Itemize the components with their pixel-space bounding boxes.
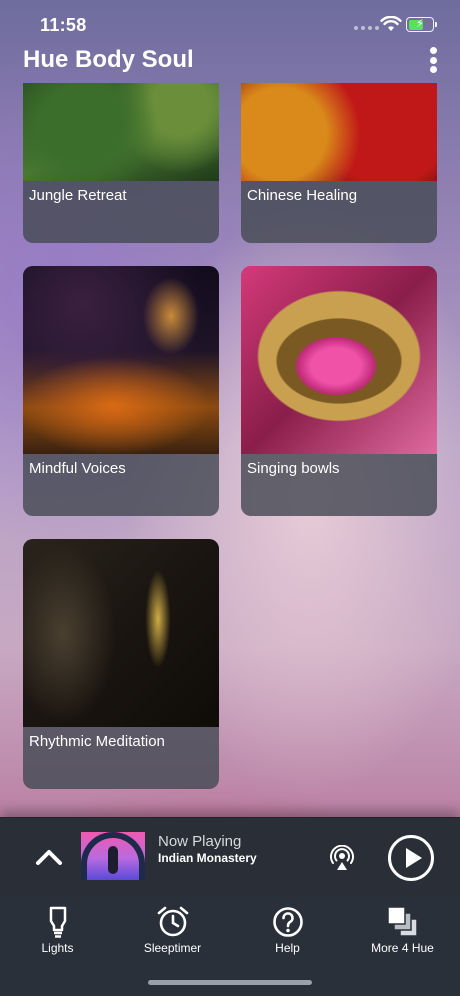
buddha-incense-image	[23, 539, 219, 727]
tab-label: More 4 Hue	[371, 941, 434, 955]
tab-more-4-hue[interactable]: More 4 Hue	[345, 895, 460, 965]
category-label: Singing bowls	[247, 460, 340, 477]
category-card-mindful-voices[interactable]: Mindful Voices	[23, 266, 219, 516]
jungle-image	[23, 83, 219, 181]
airplay-icon[interactable]	[328, 845, 356, 871]
acupuncture-image	[241, 83, 437, 181]
wifi-icon	[380, 16, 402, 31]
stacked-squares-icon	[386, 906, 418, 937]
cellular-signal-icon	[354, 26, 379, 30]
category-label: Mindful Voices	[29, 460, 126, 477]
monks-image	[23, 266, 219, 454]
help-circle-icon	[272, 907, 303, 937]
status-bar: 11:58 ⚡	[0, 0, 460, 46]
track-artwork[interactable]	[81, 832, 145, 880]
home-indicator[interactable]	[148, 980, 312, 985]
status-time: 11:58	[40, 15, 87, 35]
tab-label: Sleeptimer	[143, 941, 202, 955]
app-title: Hue Body Soul	[23, 46, 194, 73]
category-card-rhythmic-meditation[interactable]: Rhythmic Meditation	[23, 539, 219, 789]
lightbulb-icon	[49, 906, 66, 938]
play-button[interactable]	[388, 835, 434, 881]
play-icon	[406, 848, 422, 868]
category-grid[interactable]: Jungle Retreat Chinese Healing Mindful V…	[0, 83, 460, 809]
more-options-icon[interactable]	[426, 45, 440, 75]
category-label: Jungle Retreat	[29, 187, 127, 204]
category-label: Rhythmic Meditation	[29, 733, 165, 750]
category-card-singing-bowls[interactable]: Singing bowls	[241, 266, 437, 516]
mini-player[interactable]: Now Playing Indian Monastery	[0, 817, 460, 895]
tab-help[interactable]: Help	[230, 895, 345, 965]
singing-bowl-image	[241, 266, 437, 454]
category-card-jungle-retreat[interactable]: Jungle Retreat	[23, 83, 219, 243]
chevron-up-icon[interactable]	[34, 844, 64, 868]
tab-lights[interactable]: Lights	[0, 895, 115, 965]
track-title: Indian Monastery	[158, 851, 257, 865]
tab-label: Lights	[41, 941, 74, 955]
tab-label: Help	[275, 941, 300, 955]
tab-sleeptimer[interactable]: Sleeptimer	[115, 895, 230, 965]
category-label: Chinese Healing	[247, 187, 358, 204]
now-playing-label: Now Playing	[158, 833, 242, 850]
category-card-chinese-healing[interactable]: Chinese Healing	[241, 83, 437, 243]
tab-bar: Lights Sleeptimer Help More 4 Hue	[0, 895, 460, 996]
battery-icon: ⚡	[406, 17, 437, 32]
alarm-clock-icon	[157, 906, 188, 937]
